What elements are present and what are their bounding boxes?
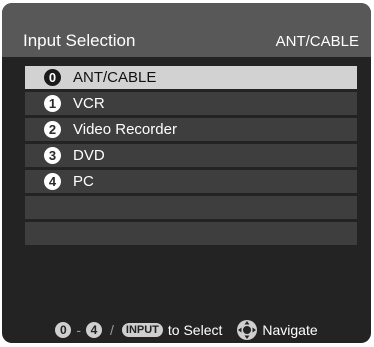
range-dash: - [76,322,82,338]
input-item-video-recorder[interactable]: 2 Video Recorder [25,118,357,141]
input-item-label: PC [73,173,94,190]
input-key-icon: INPUT [121,323,163,337]
dpad-icon [236,319,258,341]
empty-input-slot [25,196,357,219]
select-hint: to Select [167,322,223,338]
input-item-label: DVD [73,147,105,164]
input-item-label: Video Recorder [73,121,177,138]
help-bar: 0 - 4 / INPUT to Select Navigate [2,319,371,341]
key-4-icon: 4 [86,322,103,338]
input-selection-panel: Input Selection ANT/CABLE 0 ANT/CABLE 1 … [2,3,371,343]
input-number-badge: 3 [44,147,61,164]
input-item-label: ANT/CABLE [73,69,157,86]
separator: / [110,322,114,338]
empty-input-slot [25,222,357,245]
input-item-label: VCR [73,95,105,112]
input-number-badge: 0 [44,69,61,86]
input-list: 0 ANT/CABLE 1 VCR 2 Video Recorder 3 DVD… [25,66,357,248]
input-item-dvd[interactable]: 3 DVD [25,144,357,167]
input-number-badge: 4 [44,173,61,190]
input-item-pc[interactable]: 4 PC [25,170,357,193]
current-source: ANT/CABLE [275,33,359,50]
input-number-badge: 1 [44,95,61,112]
input-number-badge: 2 [44,121,61,138]
panel-title: Input Selection [23,31,136,50]
input-item-ant-cable[interactable]: 0 ANT/CABLE [25,66,357,89]
input-item-vcr[interactable]: 1 VCR [25,92,357,115]
key-0-icon: 0 [55,322,72,338]
navigate-hint: Navigate [262,322,318,338]
panel-header: Input Selection ANT/CABLE [2,3,371,57]
